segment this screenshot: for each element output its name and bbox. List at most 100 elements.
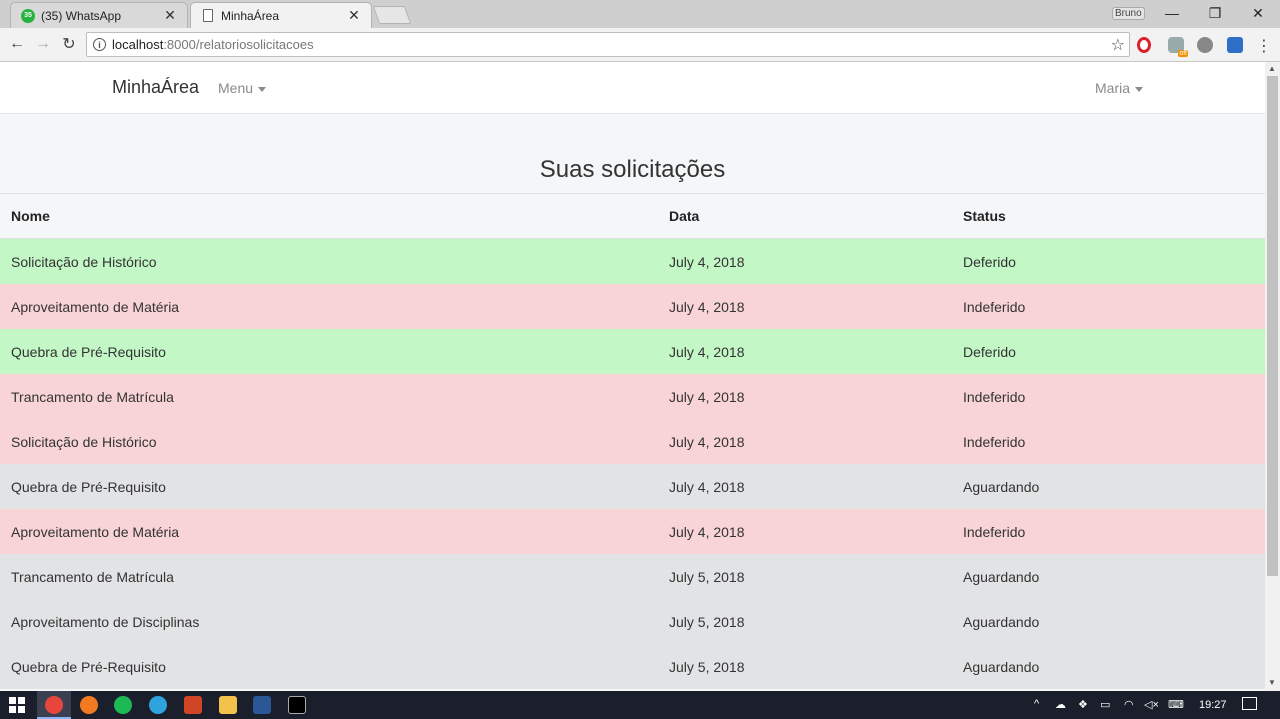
off-badge: off: [1178, 50, 1188, 57]
browser-tabstrip: 35 (35) WhatsApp ✕ MinhaÁrea ✕ Bruno — ❐…: [0, 0, 1280, 28]
menu-dropdown[interactable]: Menu: [218, 80, 267, 96]
address-bar[interactable]: i localhost:8000/relatoriosolicitacoes ☆: [86, 32, 1130, 57]
back-icon[interactable]: ←: [7, 34, 27, 54]
cell-nome: Solicitação de Histórico: [11, 433, 157, 450]
cell-data: July 5, 2018: [669, 613, 745, 630]
caret-down-icon: [258, 86, 267, 92]
cell-data: July 4, 2018: [669, 523, 745, 540]
caret-down-icon: [1135, 86, 1144, 92]
restore-button[interactable]: ❐: [1193, 0, 1237, 26]
cell-status: Aguardando: [963, 658, 1040, 675]
table-row: Aproveitamento de Matéria July 4, 2018 Ind…: [0, 509, 1265, 554]
table-row: Aproveitamento de Disciplinas July 5, 201…: [0, 599, 1265, 644]
extension-off-icon[interactable]: off: [1168, 37, 1188, 57]
battery-icon[interactable]: ▭: [1100, 698, 1110, 711]
cell-status: Aguardando: [963, 568, 1040, 585]
word-icon[interactable]: [253, 696, 271, 714]
header-data: Data: [669, 208, 700, 224]
cell-status: Deferido: [963, 343, 1016, 360]
cell-data: July 4, 2018: [669, 478, 745, 495]
keyboard-icon[interactable]: ⌨: [1168, 698, 1184, 711]
tab-title: MinhaÁrea: [221, 8, 280, 23]
cell-nome: Quebra de Pré-Requisito: [11, 343, 166, 360]
gear-extension-icon[interactable]: [1197, 37, 1213, 53]
profile-button[interactable]: Bruno: [1112, 7, 1145, 20]
cell-data: July 5, 2018: [669, 568, 745, 585]
cell-status: Indeferido: [963, 433, 1026, 450]
site-navbar: MinhaÁrea Menu Maria: [0, 62, 1265, 114]
brand-link[interactable]: MinhaÁrea: [112, 77, 199, 98]
terminal-icon[interactable]: [288, 696, 306, 714]
table-body: Solicitação de Histórico July 4, 2018 Defe…: [0, 239, 1265, 689]
wifi-icon[interactable]: ◠: [1124, 698, 1134, 711]
user-dropdown[interactable]: Maria: [1095, 80, 1144, 96]
windows-taskbar: ^ ☁ ❖ ▭ ◠ ◁× ⌨ 19:27: [0, 691, 1280, 719]
cell-status: Indeferido: [963, 388, 1026, 405]
table-row: Solicitação de Histórico July 4, 2018 Inde…: [0, 419, 1265, 464]
new-tab-button[interactable]: [372, 6, 412, 24]
file-explorer-icon[interactable]: [219, 696, 237, 714]
table-row: Trancamento de Matrícula July 5, 2018 Agua…: [0, 554, 1265, 599]
tab-whatsapp[interactable]: 35 (35) WhatsApp ✕: [10, 2, 188, 28]
firefox-icon[interactable]: [80, 696, 98, 714]
scroll-down-icon[interactable]: ▼: [1268, 678, 1276, 687]
reload-icon[interactable]: ↻: [59, 34, 79, 54]
onedrive-icon[interactable]: ☁: [1055, 698, 1066, 711]
table-row: Quebra de Pré-Requisito July 4, 2018 Defer…: [0, 329, 1265, 374]
tab-minhaarea[interactable]: MinhaÁrea ✕: [190, 2, 372, 28]
page-scrollbar[interactable]: ▲ ▼: [1265, 62, 1280, 691]
close-window-button[interactable]: ✕: [1236, 0, 1280, 26]
requests-table: Nome Data Status Solicitação de Históric…: [0, 193, 1265, 689]
table-row: Trancamento de Matrícula July 4, 2018 Inde…: [0, 374, 1265, 419]
scroll-up-icon[interactable]: ▲: [1268, 64, 1276, 73]
table-row: Quebra de Pré-Requisito July 5, 2018 Aguar…: [0, 644, 1265, 689]
cell-data: July 4, 2018: [669, 433, 745, 450]
windows-start-icon[interactable]: [9, 697, 25, 713]
scroll-thumb[interactable]: [1267, 76, 1278, 576]
dropbox-icon[interactable]: ❖: [1078, 698, 1088, 711]
cell-nome: Solicitação de Histórico: [11, 253, 157, 270]
cell-nome: Trancamento de Matrícula: [11, 568, 174, 585]
cell-nome: Aproveitamento de Disciplinas: [11, 613, 200, 630]
page-title: Suas solicitações: [539, 156, 726, 183]
chrome-icon[interactable]: [45, 696, 63, 714]
close-icon[interactable]: ✕: [163, 7, 177, 24]
user-label: Maria: [1095, 80, 1131, 96]
header-nome: Nome: [11, 208, 50, 224]
menu-label: Menu: [218, 80, 254, 96]
info-icon[interactable]: i: [93, 38, 106, 51]
cell-status: Aguardando: [963, 478, 1040, 495]
clock[interactable]: 19:27: [1199, 699, 1227, 711]
blue-extension-icon[interactable]: [1227, 37, 1243, 53]
cell-status: Deferido: [963, 253, 1016, 270]
url-path: :8000/relatoriosolicitacoes: [163, 37, 314, 52]
volume-muted-icon[interactable]: ◁×: [1144, 698, 1159, 711]
whatsapp-icon: 35: [21, 8, 35, 23]
cell-data: July 4, 2018: [669, 343, 745, 360]
browser-toolbar: ← → ↻ i localhost:8000/relatoriosolicita…: [0, 28, 1280, 62]
bookmark-star-icon[interactable]: ☆: [1111, 35, 1125, 55]
cell-data: July 4, 2018: [669, 388, 745, 405]
cell-data: July 4, 2018: [669, 253, 745, 270]
cell-status: Aguardando: [963, 613, 1040, 630]
minimize-button[interactable]: —: [1150, 0, 1194, 26]
spotify-icon[interactable]: [114, 696, 132, 714]
telegram-icon[interactable]: [149, 696, 167, 714]
powerpoint-icon[interactable]: [184, 696, 202, 714]
table-row: Aproveitamento de Matéria July 4, 2018 Ind…: [0, 284, 1265, 329]
cell-nome: Aproveitamento de Matéria: [11, 523, 180, 540]
chrome-menu-icon[interactable]: ⋮: [1256, 36, 1272, 56]
url-host: localhost: [112, 37, 164, 52]
table-row: Solicitação de Histórico July 4, 2018 Defe…: [0, 239, 1265, 284]
cell-nome: Quebra de Pré-Requisito: [11, 478, 166, 495]
cell-status: Indeferido: [963, 298, 1026, 315]
table-row: Quebra de Pré-Requisito July 4, 2018 Aguar…: [0, 464, 1265, 509]
tab-title: (35) WhatsApp: [41, 8, 122, 23]
close-icon[interactable]: ✕: [347, 7, 361, 24]
show-hidden-icons-icon[interactable]: ^: [1034, 698, 1039, 710]
notifications-icon[interactable]: [1242, 697, 1257, 710]
header-status: Status: [963, 208, 1006, 224]
opera-extension-icon[interactable]: [1137, 37, 1151, 53]
forward-icon[interactable]: →: [33, 34, 53, 54]
cell-nome: Aproveitamento de Matéria: [11, 298, 180, 315]
